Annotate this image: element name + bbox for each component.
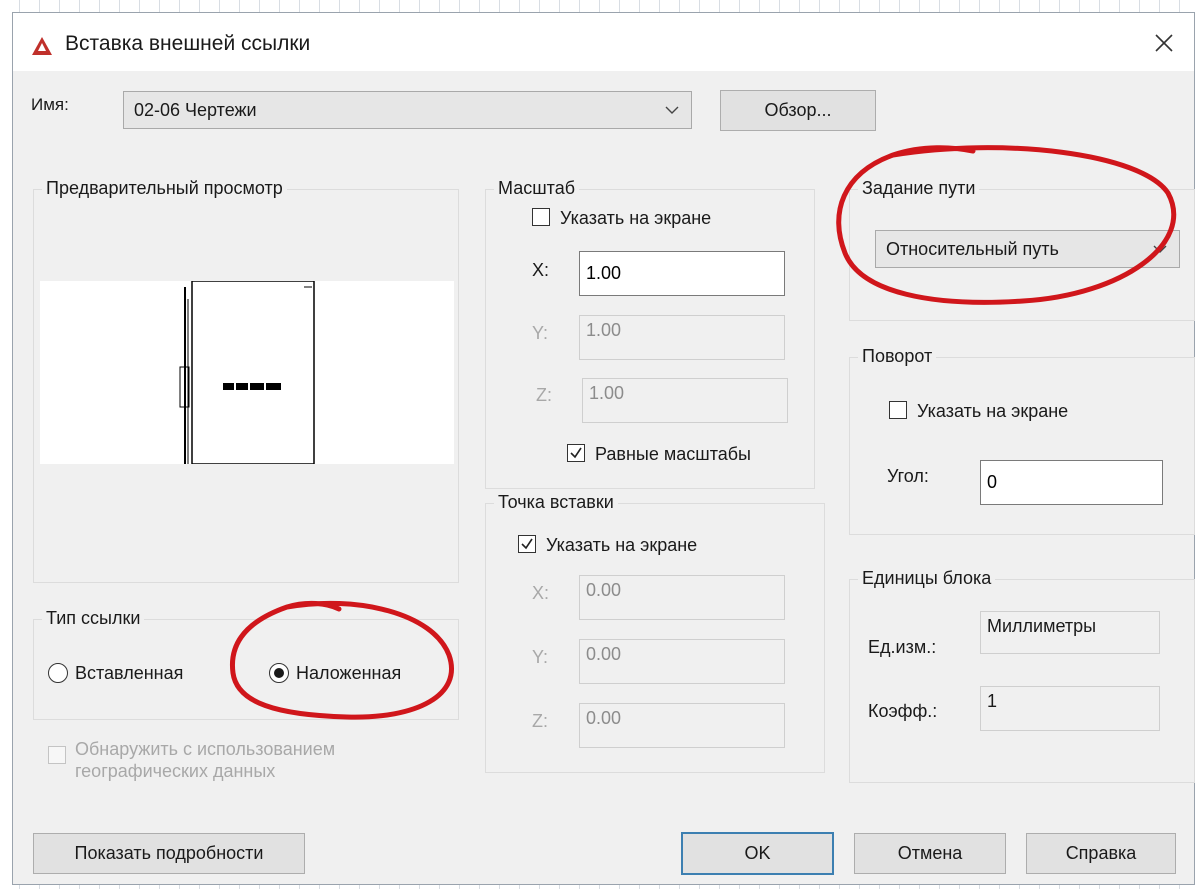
name-label: Имя: [31, 95, 69, 114]
attachment-label: Вставленная [75, 663, 184, 683]
help-button[interactable]: Справка [1026, 833, 1176, 874]
ok-button[interactable]: OK [681, 832, 834, 875]
block-units-group: Единицы блока [849, 568, 1195, 783]
name-combobox[interactable]: 02-06 Чертежи [123, 91, 692, 129]
path-type-value: Относительный путь [886, 238, 1059, 259]
radio-selected-dot [274, 668, 284, 678]
scale-x-input[interactable] [579, 251, 785, 296]
insert-xref-dialog: Вставка внешней ссылки Имя: 02-06 Чертеж… [12, 12, 1195, 885]
attachment-radio[interactable] [48, 663, 68, 683]
block-units-title: Единицы блока [858, 568, 996, 589]
insert-x-input[interactable]: 0.00 [579, 575, 785, 620]
angle-input[interactable] [980, 460, 1163, 505]
chevron-down-icon [1153, 245, 1167, 253]
unit-label: Ед.изм.: [868, 637, 937, 657]
path-type-combobox[interactable]: Относительный путь [875, 230, 1180, 268]
scale-x-label: X: [532, 260, 550, 280]
overlay-radio[interactable] [269, 663, 289, 683]
insert-y-input[interactable]: 0.00 [579, 639, 785, 684]
overlay-label: Наложенная [296, 663, 402, 683]
rotation-specify-label: Указать на экране [917, 401, 1069, 421]
scale-z-label: Z: [536, 385, 552, 405]
rotation-group: Поворот [849, 346, 1195, 535]
geo-label: Обнаружить с использованием географическ… [75, 738, 335, 782]
name-value: 02-06 Чертежи [134, 99, 257, 120]
drawing-thumbnail [179, 280, 315, 465]
scale-specify-label: Указать на экране [560, 208, 712, 228]
insert-specify-checkbox[interactable] [518, 535, 536, 553]
reference-type-title: Тип ссылки [42, 608, 145, 629]
browse-button[interactable]: Обзор... [720, 90, 876, 131]
geo-checkbox[interactable] [48, 746, 66, 764]
show-details-button[interactable]: Показать подробности [33, 833, 305, 874]
close-icon[interactable] [1152, 31, 1176, 55]
autocad-logo-icon [32, 37, 52, 55]
rotation-specify-checkbox[interactable] [889, 401, 907, 419]
insert-y-label: Y: [532, 647, 549, 667]
angle-label: Угол: [887, 466, 929, 486]
cancel-button[interactable]: Отмена [854, 833, 1006, 874]
rotation-title: Поворот [858, 346, 937, 367]
insertion-point-title: Точка вставки [494, 492, 618, 513]
scale-z-input[interactable]: 1.00 [582, 378, 788, 423]
chevron-down-icon [665, 106, 679, 114]
insert-z-input[interactable]: 0.00 [579, 703, 785, 748]
scale-specify-checkbox[interactable] [532, 208, 550, 226]
title-bar: Вставка внешней ссылки [13, 13, 1194, 71]
insert-specify-label: Указать на экране [546, 535, 698, 555]
insert-z-label: Z: [532, 711, 548, 731]
scale-y-label: Y: [532, 323, 549, 343]
geo-label-line2: географических данных [75, 761, 276, 781]
uniform-scale-label: Равные масштабы [595, 444, 751, 464]
preview-title: Предварительный просмотр [42, 178, 287, 199]
factor-value-field: 1 [980, 686, 1160, 731]
checkmark-icon [521, 538, 533, 550]
geo-label-line1: Обнаружить с использованием [75, 739, 336, 759]
scale-title: Масштаб [494, 178, 580, 199]
checkmark-icon [570, 447, 582, 459]
unit-value-field: Миллиметры [980, 611, 1160, 654]
path-type-title: Задание пути [858, 178, 980, 199]
uniform-scale-checkbox[interactable] [567, 444, 585, 462]
insert-x-label: X: [532, 583, 550, 603]
factor-label: Коэфф.: [868, 701, 938, 721]
window-title: Вставка внешней ссылки [65, 32, 311, 55]
preview-canvas [40, 280, 454, 465]
scale-y-input[interactable]: 1.00 [579, 315, 785, 360]
